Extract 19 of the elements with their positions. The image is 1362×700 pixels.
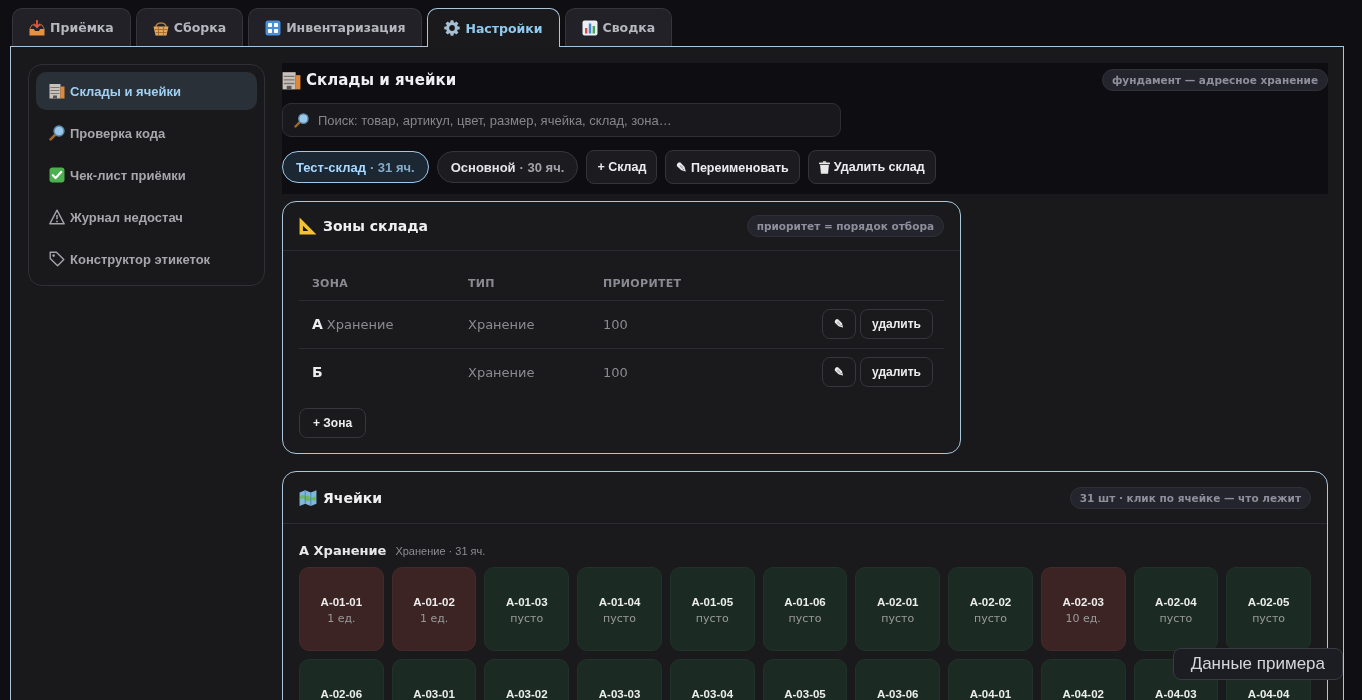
zone-note: Хранение [326, 317, 394, 332]
section-title: Ячейки [323, 489, 382, 506]
panel-title: Склады и ячейки [306, 71, 457, 89]
table-cell: 100 [590, 348, 790, 396]
section-title: Зоны склада [323, 218, 429, 234]
table-cell: Хранение [455, 300, 590, 348]
column-header: ПРИОРИТЕТ [590, 267, 790, 300]
hint-badge: фундамент — адресное хранение [1101, 69, 1328, 91]
column-header: ЗОНА [299, 267, 455, 300]
group-title: А Хранение [299, 543, 387, 558]
zone-name: Б [312, 364, 323, 381]
table-cell: 100 [590, 300, 790, 348]
sample-data-toast: Данные примера [1172, 648, 1343, 680]
zone-name: А [312, 316, 323, 332]
column-header: ТИП [455, 267, 590, 300]
group-meta: Хранение · 31 яч. [395, 545, 486, 557]
table-cell: Хранение [455, 348, 590, 396]
hint-badge: приоритет = порядок отбора [746, 215, 944, 237]
hint-badge: 31 шт · клик по ячейке — что лежит [1069, 486, 1311, 509]
